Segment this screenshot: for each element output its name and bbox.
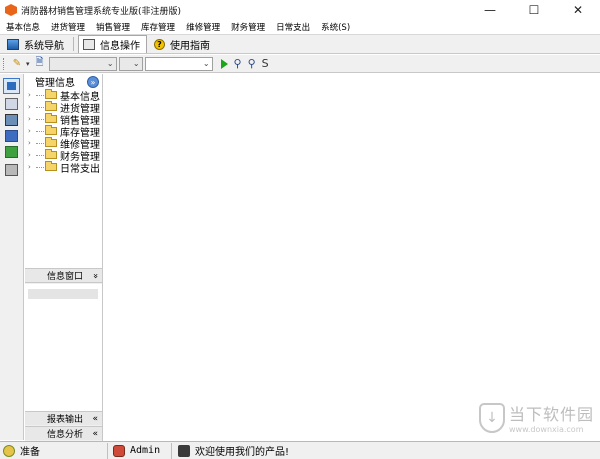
status-ready: 准备	[0, 442, 108, 459]
status-icon	[3, 444, 15, 457]
app-icon	[5, 4, 17, 16]
menu-sales[interactable]: 销售管理	[90, 21, 135, 33]
menu-system[interactable]: 系统(S)	[315, 21, 355, 33]
window-controls: — ☐ ✕	[468, 0, 600, 20]
tab-info-operation[interactable]: 信息操作	[78, 35, 147, 53]
folder-icon	[45, 125, 57, 135]
filter-operator-select[interactable]: ⌄	[118, 56, 143, 71]
pencil-icon[interactable]: ✎	[11, 58, 23, 70]
tab-divider	[73, 37, 74, 51]
find-next-icon[interactable]: ⚲	[248, 57, 256, 70]
menu-daily-expense[interactable]: 日常支出	[270, 21, 315, 33]
tree-item-label: 日常支出	[60, 163, 100, 175]
trash-icon[interactable]	[5, 164, 18, 176]
menu-basic-info[interactable]: 基本信息	[0, 21, 45, 33]
info-window-title: 信息窗口	[47, 272, 84, 282]
expand-icon[interactable]: ›	[28, 151, 36, 159]
toolbar: ✎ ▾ 🗎 ⌄ ⌄ ⌄ ⚲ ⚲ S	[0, 55, 600, 73]
status-message-text: 欢迎使用我们的产品!	[195, 447, 290, 458]
folder-icon	[45, 137, 57, 147]
find-icon[interactable]: ⚲	[234, 57, 242, 70]
info-window-row	[28, 289, 98, 299]
help-icon: ?	[154, 38, 165, 50]
tab-bar: 系统导航 信息操作 ? 使用指南	[0, 34, 600, 54]
tab-user-guide[interactable]: ? 使用指南	[149, 35, 217, 53]
info-analysis-label: 信息分析	[47, 430, 84, 440]
folder-icon	[45, 89, 57, 99]
status-message: 欢迎使用我们的产品!	[172, 443, 289, 459]
menu-inventory[interactable]: 库存管理	[135, 21, 180, 33]
tab-label: 使用指南	[170, 40, 210, 52]
toolbar-grip[interactable]	[3, 57, 6, 70]
refresh-icon[interactable]: S	[262, 57, 269, 70]
status-user: Admin	[108, 442, 172, 459]
chevron-down-icon: ⌄	[132, 58, 140, 68]
navigation-icon	[7, 38, 19, 50]
expand-icon[interactable]: ›	[28, 163, 36, 171]
info-analysis-section[interactable]: 信息分析 «	[25, 426, 102, 440]
panel-toggle-icon[interactable]: »	[87, 76, 99, 88]
minimize-button[interactable]: —	[468, 0, 512, 20]
spreadsheet-icon[interactable]	[5, 146, 18, 158]
watermark-url: www.downxia.com	[508, 425, 584, 434]
menu-finance[interactable]: 财务管理	[225, 21, 270, 33]
book-icon[interactable]	[5, 114, 18, 126]
menu-repair[interactable]: 维修管理	[180, 21, 225, 33]
watermark-brand: 当下软件园	[508, 405, 594, 424]
report-output-section[interactable]: 报表输出 «	[25, 411, 102, 425]
info-window-body	[25, 284, 102, 411]
document-search-icon[interactable]: 🗎	[34, 57, 46, 70]
expand-icon[interactable]: ›	[28, 91, 36, 99]
close-button[interactable]: ✕	[556, 0, 600, 20]
tab-label: 信息操作	[100, 41, 140, 52]
expand-icon[interactable]: «	[92, 429, 98, 439]
chevron-down-icon: ⌄	[106, 58, 114, 68]
expand-icon[interactable]: ›	[28, 115, 36, 123]
management-info-icon[interactable]	[3, 78, 20, 94]
status-ready-text: 准备	[20, 447, 40, 458]
maximize-button[interactable]: ☐	[512, 0, 556, 20]
watermark-logo-icon: ↓	[478, 402, 505, 433]
expand-icon[interactable]: «	[92, 414, 98, 424]
expand-icon[interactable]: ›	[28, 103, 36, 111]
lock-icon	[178, 444, 190, 457]
filter-field-select[interactable]: ⌄	[48, 56, 117, 71]
expand-icon[interactable]: ›	[28, 139, 36, 147]
window-title: 消防器材销售管理系统专业版(非注册版)	[21, 6, 182, 17]
expand-icon[interactable]: ›	[28, 127, 36, 135]
status-user-text: Admin	[130, 445, 161, 456]
network-icon[interactable]	[5, 98, 18, 110]
report-output-label: 报表输出	[47, 415, 84, 425]
tree-panel: 管理信息 » › 基本信息 › 进货管理 › 销售管理 › 库存管理 › 维修管…	[25, 74, 103, 268]
main-content-area: ↓ 当下软件园 www.downxia.com	[104, 74, 600, 440]
info-window-icon	[83, 39, 95, 50]
filter-value-select[interactable]: ⌄	[144, 56, 213, 71]
folder-icon	[45, 149, 57, 159]
folder-icon	[45, 101, 57, 111]
tab-system-navigation[interactable]: 系统导航	[2, 35, 71, 53]
folder-icon	[45, 113, 57, 123]
tab-label: 系统导航	[24, 40, 64, 52]
status-bar: 准备 Admin 欢迎使用我们的产品!	[0, 441, 600, 459]
chevron-down-icon: ⌄	[202, 58, 210, 68]
folder-icon	[45, 161, 57, 171]
document-icon[interactable]	[5, 130, 18, 142]
user-icon	[113, 444, 125, 457]
run-query-icon[interactable]	[220, 58, 228, 69]
menu-bar: 基本信息 进货管理 销售管理 库存管理 维修管理 财务管理 日常支出 系统(S)	[0, 20, 600, 34]
collapse-icon[interactable]: »	[90, 273, 100, 279]
menu-purchase[interactable]: 进货管理	[45, 21, 90, 33]
chevron-down-icon[interactable]: ▾	[26, 60, 30, 68]
info-window-panel: 信息窗口 » 报表输出 « 信息分析 «	[25, 268, 103, 441]
watermark: ↓ 当下软件园 www.downxia.com	[478, 401, 594, 434]
title-bar: 消防器材销售管理系统专业版(非注册版) — ☐ ✕	[0, 0, 600, 20]
info-window-header[interactable]: 信息窗口 »	[25, 269, 102, 283]
left-icon-strip	[0, 74, 24, 440]
tree-item-daily-expense[interactable]: › 日常支出	[25, 161, 102, 175]
